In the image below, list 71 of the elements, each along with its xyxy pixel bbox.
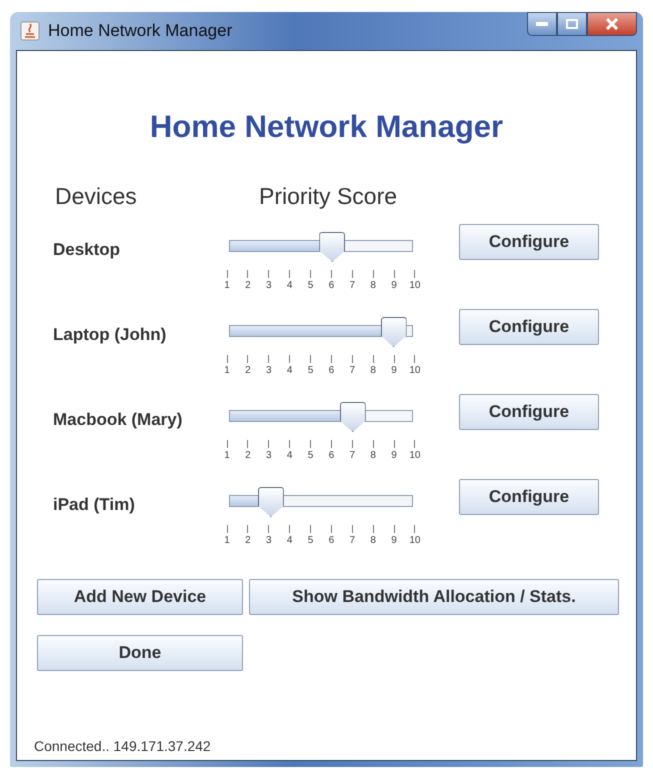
tick-label: 10 — [409, 280, 420, 291]
tick-label: 3 — [266, 365, 272, 376]
tick-label: 6 — [328, 535, 334, 546]
tick-label: 10 — [409, 365, 420, 376]
priority-slider[interactable] — [227, 317, 415, 347]
column-header: Devices — [54, 183, 138, 210]
app-heading: Home Network Manager — [148, 109, 504, 145]
close-icon — [606, 18, 618, 30]
slider-thumb[interactable] — [380, 317, 407, 347]
slider-thumb[interactable] — [258, 487, 284, 517]
tick-label: 9 — [391, 450, 397, 461]
tick-label: 8 — [370, 280, 376, 291]
tick-label: 10 — [409, 450, 420, 461]
configure-button[interactable]: Configure — [459, 394, 599, 430]
tick-label: 9 — [391, 535, 397, 546]
tick-label: 2 — [245, 535, 251, 546]
tick-label: 5 — [308, 365, 314, 376]
minimize-icon — [536, 22, 548, 26]
tick-label: 5 — [308, 535, 314, 546]
tick-label: 3 — [266, 450, 272, 461]
window-title: Home Network Manager — [48, 21, 232, 41]
maximize-icon — [566, 19, 578, 29]
tick-label: 7 — [349, 535, 356, 546]
device-name: Laptop (John) — [52, 325, 168, 345]
tick-label: 5 — [308, 450, 314, 461]
tick-label: 1 — [224, 450, 230, 461]
slider-thumb[interactable] — [340, 402, 366, 432]
configure-button[interactable]: Configure — [459, 309, 599, 345]
add-device-button[interactable]: Add New Device — [37, 579, 243, 615]
tick-label: 8 — [370, 535, 376, 546]
app-icon — [20, 21, 40, 41]
tick-label: 9 — [391, 365, 397, 376]
tick-label: 5 — [308, 280, 314, 291]
tick-label: 4 — [286, 365, 292, 376]
tick-label: 3 — [266, 280, 272, 291]
tick-label: 7 — [349, 365, 356, 376]
device-name: iPad (Tim) — [52, 495, 136, 515]
minimize-button[interactable] — [527, 12, 557, 36]
status-text: Connected.. 149.171.37.242 — [33, 738, 212, 754]
tick-label: 1 — [224, 535, 230, 546]
priority-slider[interactable] — [227, 487, 415, 517]
tick-label: 6 — [328, 365, 334, 376]
tick-label: 3 — [266, 535, 272, 546]
device-name: Macbook (Mary) — [52, 410, 184, 430]
priority-slider[interactable] — [227, 232, 415, 262]
column-header: Priority Score — [258, 183, 398, 210]
tick-label: 7 — [349, 450, 356, 461]
tick-label: 6 — [328, 450, 334, 461]
tick-label: 1 — [224, 280, 230, 291]
bandwidth-stats-button[interactable]: Show Bandwidth Allocation / Stats. — [249, 579, 619, 615]
maximize-button[interactable] — [557, 12, 587, 36]
tick-label: 2 — [245, 450, 251, 461]
slider-thumb[interactable] — [319, 232, 346, 262]
tick-label: 8 — [370, 365, 376, 376]
tick-label: 10 — [409, 535, 420, 546]
configure-button[interactable]: Configure — [459, 224, 599, 260]
tick-label: 4 — [286, 535, 292, 546]
priority-slider[interactable] — [227, 402, 415, 432]
device-name: Desktop — [52, 240, 122, 260]
tick-label: 2 — [245, 280, 251, 291]
tick-label: 1 — [224, 365, 230, 376]
tick-label: 9 — [391, 280, 397, 291]
done-button[interactable]: Done — [37, 635, 243, 671]
tick-label: 2 — [245, 365, 251, 376]
configure-button[interactable]: Configure — [459, 479, 599, 515]
tick-label: 6 — [328, 280, 334, 291]
tick-label: 4 — [286, 450, 292, 461]
tick-label: 7 — [349, 280, 356, 291]
tick-label: 8 — [370, 450, 376, 461]
close-button[interactable] — [587, 12, 637, 36]
tick-label: 4 — [286, 280, 292, 291]
